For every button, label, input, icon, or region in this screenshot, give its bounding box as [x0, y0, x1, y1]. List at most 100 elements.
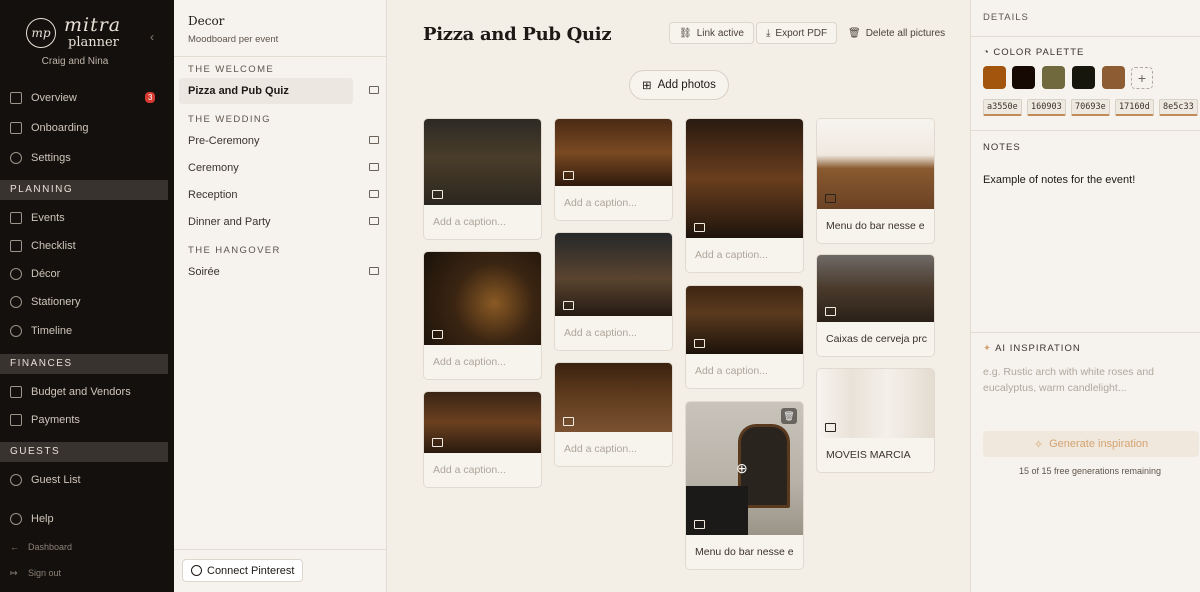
comment-icon[interactable]: [432, 330, 443, 339]
caption-input[interactable]: Add a caption...: [555, 316, 672, 350]
notes-text[interactable]: Example of notes for the event!: [983, 174, 1135, 186]
nav-timeline[interactable]: Timeline: [0, 319, 174, 343]
nav-sign-out[interactable]: ↦ Sign out: [0, 561, 174, 585]
color-hex[interactable]: a3550e: [983, 99, 1022, 116]
photo-card[interactable]: Caixas de cerveja prc: [816, 254, 935, 357]
event-item-reception[interactable]: Reception: [179, 182, 379, 208]
event-item-ceremony[interactable]: Ceremony: [179, 155, 379, 181]
caption-input[interactable]: Add a caption...: [424, 453, 541, 487]
caption-input[interactable]: Caixas de cerveja prc: [817, 322, 934, 356]
comment-icon[interactable]: [369, 86, 379, 94]
details-panel: DETAILS ◔ COLOR PALETTE + a3550e 160903 …: [970, 0, 1200, 592]
caption-input[interactable]: Add a caption...: [686, 238, 803, 272]
comment-icon[interactable]: [432, 438, 443, 447]
comment-icon[interactable]: [694, 223, 705, 232]
photo[interactable]: [817, 369, 934, 438]
photo-card[interactable]: MOVEIS MARCIA: [816, 368, 935, 473]
nav-settings[interactable]: Settings: [0, 146, 174, 170]
caption-input[interactable]: Add a caption...: [686, 354, 803, 388]
comment-icon[interactable]: [694, 520, 705, 529]
photo-card[interactable]: Menu do bar nesse e: [816, 118, 935, 244]
caption-input[interactable]: Add a caption...: [555, 432, 672, 466]
comment-icon[interactable]: [563, 301, 574, 310]
photo-card[interactable]: Add a caption...: [554, 362, 673, 467]
caption-input[interactable]: Add a caption...: [424, 205, 541, 239]
comment-icon[interactable]: [369, 267, 379, 275]
color-swatch[interactable]: [1072, 66, 1095, 89]
color-swatch[interactable]: [1102, 66, 1125, 89]
photo-card[interactable]: Add a caption...: [423, 251, 542, 380]
connect-pinterest-button[interactable]: Connect Pinterest: [182, 559, 304, 582]
event-item-soiree[interactable]: Soirée: [179, 259, 379, 285]
event-item-pre-ceremony[interactable]: Pre-Ceremony: [179, 128, 379, 154]
nav-events[interactable]: Events: [0, 206, 174, 230]
photo[interactable]: [686, 119, 803, 238]
delete-all-pictures-button[interactable]: 🗑 Delete all pictures: [839, 22, 954, 44]
photo[interactable]: [555, 119, 672, 186]
add-photos-button[interactable]: ⊞ Add photos: [629, 70, 729, 100]
collapse-sidebar-icon[interactable]: ‹: [150, 30, 154, 44]
comment-icon[interactable]: [825, 307, 836, 316]
comment-icon[interactable]: [563, 171, 574, 180]
nav-help[interactable]: Help: [0, 507, 174, 531]
comment-icon[interactable]: [369, 136, 379, 144]
photo[interactable]: [686, 286, 803, 354]
nav-stationery[interactable]: Stationery: [0, 290, 174, 314]
photo-card[interactable]: Add a caption...: [685, 118, 804, 273]
photo-card[interactable]: Add a caption...: [554, 232, 673, 351]
nav-payments[interactable]: Payments: [0, 408, 174, 432]
generate-inspiration-button[interactable]: ✧ Generate inspiration: [983, 431, 1199, 457]
caption-input[interactable]: Menu do bar nesse e: [686, 535, 803, 569]
photo-card[interactable]: Add a caption...: [685, 285, 804, 389]
nav-guest-list[interactable]: Guest List: [0, 468, 174, 492]
photo-card[interactable]: Add a caption...: [423, 118, 542, 240]
color-hex[interactable]: 17160d: [1115, 99, 1154, 116]
add-color-button[interactable]: +: [1131, 67, 1153, 89]
nav-checklist[interactable]: Checklist: [0, 234, 174, 258]
nav-decor[interactable]: Décor: [0, 262, 174, 286]
comment-icon[interactable]: [825, 194, 836, 203]
photo[interactable]: 🗑 ⊕: [686, 402, 803, 535]
nav-dashboard[interactable]: ← Dashboard: [0, 535, 174, 559]
brand-logo[interactable]: mp mitra planner: [26, 16, 121, 49]
photo[interactable]: [424, 119, 541, 205]
color-hex[interactable]: 160903: [1027, 99, 1066, 116]
photo-card[interactable]: Add a caption...: [554, 118, 673, 221]
comment-icon[interactable]: [369, 163, 379, 171]
nav-checklist-label: Checklist: [31, 240, 76, 252]
color-hex[interactable]: 70693e: [1071, 99, 1110, 116]
event-item-dinner-and-party[interactable]: Dinner and Party: [179, 209, 379, 235]
caption-input[interactable]: Add a caption...: [555, 186, 672, 220]
nav-overview-label: Overview: [31, 92, 77, 104]
export-pdf-button[interactable]: ⤓ Export PDF: [756, 22, 838, 44]
nav-overview[interactable]: Overview 3: [0, 86, 174, 110]
nav-budget[interactable]: Budget and Vendors: [0, 380, 174, 404]
caption-input[interactable]: MOVEIS MARCIA: [817, 438, 934, 472]
photo-card[interactable]: Add a caption...: [423, 391, 542, 488]
color-swatch[interactable]: [1042, 66, 1065, 89]
color-hex[interactable]: 8e5c33: [1159, 99, 1198, 116]
comment-icon[interactable]: [369, 190, 379, 198]
caption-input[interactable]: Menu do bar nesse e: [817, 209, 934, 243]
comment-icon[interactable]: [825, 423, 836, 432]
comment-icon[interactable]: [694, 339, 705, 348]
photo[interactable]: [817, 119, 934, 209]
comment-icon[interactable]: [563, 417, 574, 426]
nav-onboarding[interactable]: Onboarding: [0, 116, 174, 140]
caption-input[interactable]: Add a caption...: [424, 345, 541, 379]
photo[interactable]: [424, 252, 541, 345]
comment-icon[interactable]: [432, 190, 443, 199]
link-active-button[interactable]: ⛓ Link active: [669, 22, 754, 44]
trash-icon[interactable]: 🗑: [781, 408, 797, 424]
photo-card[interactable]: 🗑 ⊕ Menu do bar nesse e: [685, 401, 804, 570]
photo[interactable]: [555, 233, 672, 316]
color-swatch[interactable]: [1012, 66, 1035, 89]
ai-prompt-input[interactable]: e.g. Rustic arch with white roses and eu…: [983, 364, 1189, 396]
comment-icon[interactable]: [369, 217, 379, 225]
color-swatch[interactable]: [983, 66, 1006, 89]
zoom-in-icon[interactable]: ⊕: [736, 460, 748, 477]
photo[interactable]: [817, 255, 934, 322]
photo[interactable]: [424, 392, 541, 453]
event-item-pizza-and-pub-quiz[interactable]: Pizza and Pub Quiz: [179, 78, 379, 104]
photo[interactable]: [555, 363, 672, 432]
